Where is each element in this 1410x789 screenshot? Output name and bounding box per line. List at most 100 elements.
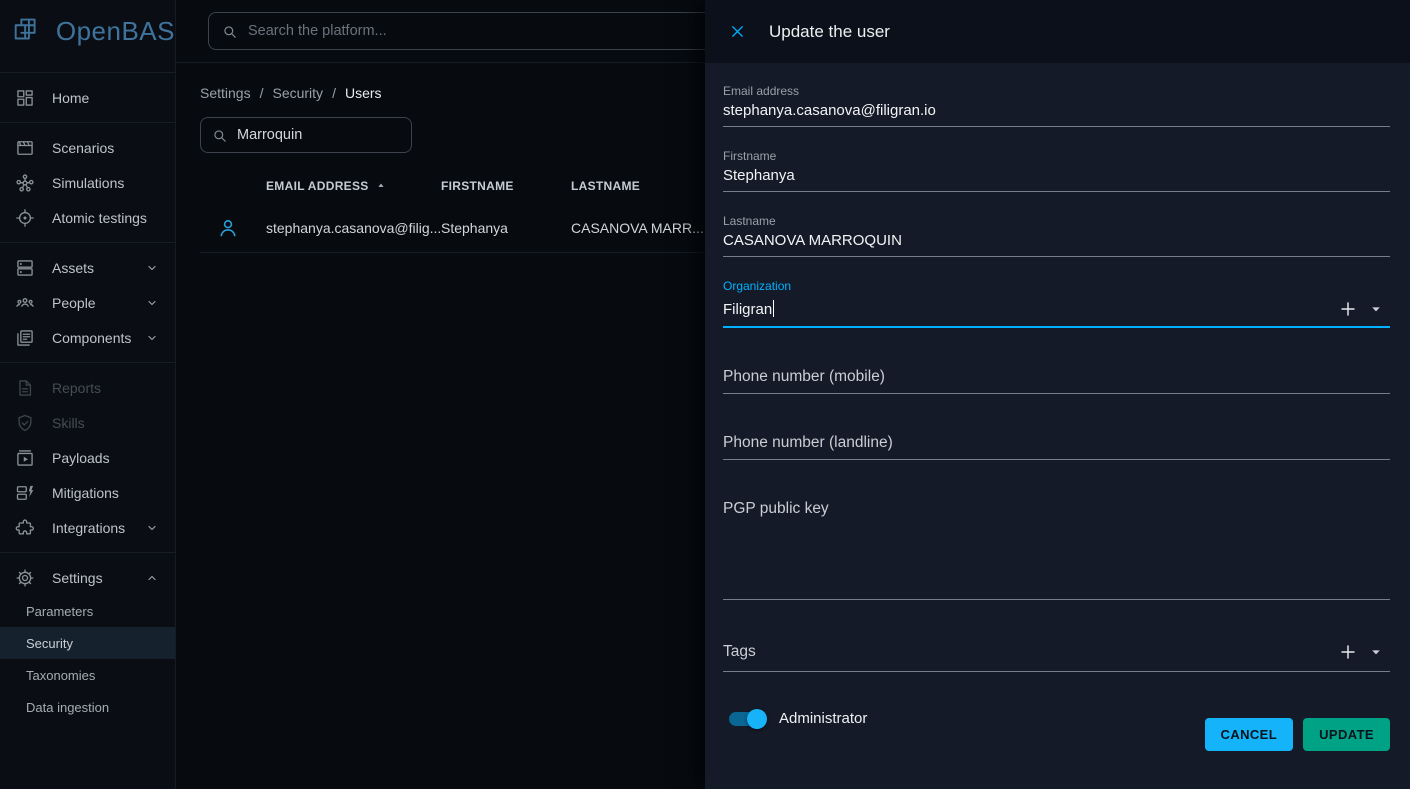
lastname-field-label: Lastname [723, 214, 1390, 228]
library-icon [15, 328, 35, 348]
chevron-up-icon [143, 569, 161, 587]
sidebar-item-parameters[interactable]: Parameters [0, 595, 175, 627]
app-logo[interactable]: OpenBAS [0, 0, 175, 63]
platform-search[interactable] [208, 12, 768, 50]
phone-landline-label: Phone number (landline) [723, 433, 1390, 453]
breadcrumb-separator: / [332, 85, 336, 101]
openbas-app: OpenBAS Home Scenarios Sim [0, 0, 1410, 789]
cell-firstname: Stephanya [441, 220, 571, 236]
sidebar-item-label: Assets [52, 260, 143, 276]
email-field-label: Email address [723, 84, 1390, 98]
administrator-toggle[interactable]: Administrator [723, 702, 867, 727]
sidebar-item-components[interactable]: Components [0, 320, 175, 355]
field-underline [723, 393, 1390, 394]
sidebar-item-label: Settings [52, 570, 143, 586]
sidebar-item-mitigations[interactable]: Mitigations [0, 475, 175, 510]
pgp-public-key-label: PGP public key [723, 499, 1390, 519]
target-icon [15, 208, 35, 228]
breadcrumb-separator: / [260, 85, 264, 101]
openbas-logo-icon [10, 12, 48, 52]
breadcrumb-settings[interactable]: Settings [200, 85, 251, 101]
sidebar-item-skills: Skills [0, 405, 175, 440]
sidebar-item-scenarios[interactable]: Scenarios [0, 130, 175, 165]
sort-asc-icon [374, 179, 388, 193]
text-cursor [773, 300, 774, 317]
phone-landline-field[interactable]: Phone number (landline) [723, 433, 1390, 460]
tags-field[interactable]: Tags [723, 639, 1390, 672]
breadcrumb-users: Users [345, 85, 382, 101]
update-user-drawer: Update the user Email address stephanya.… [705, 0, 1410, 789]
field-underline [723, 256, 1390, 257]
chevron-down-icon [143, 259, 161, 277]
tags-label: Tags [723, 642, 1334, 662]
sidebar-item-assets[interactable]: Assets [0, 250, 175, 285]
column-header-label: EMAIL ADDRESS [266, 179, 369, 193]
sidebar-item-data-ingestion[interactable]: Data ingestion [0, 691, 175, 723]
sidebar-item-label: Components [52, 330, 143, 346]
drawer-title: Update the user [769, 22, 890, 42]
platform-search-input[interactable] [248, 23, 755, 39]
sidebar-item-people[interactable]: People [0, 285, 175, 320]
sidebar-item-label: Integrations [52, 520, 143, 536]
divider [0, 552, 175, 553]
field-underline [723, 599, 1390, 600]
dropdown-caret-icon[interactable] [1362, 638, 1390, 666]
administrator-label: Administrator [779, 710, 867, 727]
add-tag-icon[interactable] [1334, 638, 1362, 666]
chevron-down-icon [143, 329, 161, 347]
email-field[interactable]: Email address stephanya.casanova@filigra… [723, 84, 1390, 127]
hub-icon [15, 173, 35, 193]
field-underline-focused [723, 326, 1390, 328]
lastname-field[interactable]: Lastname CASANOVA MARROQUIN [723, 214, 1390, 257]
email-field-value[interactable]: stephanya.casanova@filigran.io [723, 101, 1390, 120]
drawer-footer: Administrator CANCEL UPDATE [723, 702, 1390, 751]
sidebar-nav: Home Scenarios Simulations Atomic te [0, 63, 175, 723]
column-header-firstname[interactable]: FIRSTNAME [441, 179, 571, 193]
sidebar-item-atomic-testings[interactable]: Atomic testings [0, 200, 175, 235]
update-user-form: Email address stephanya.casanova@filigra… [705, 63, 1410, 751]
toggle-switch-on[interactable] [729, 712, 763, 726]
firstname-field-value[interactable]: Stephanya [723, 166, 1390, 185]
firstname-field-label: Firstname [723, 149, 1390, 163]
close-icon[interactable] [719, 14, 755, 50]
sidebar-item-reports: Reports [0, 370, 175, 405]
sidebar-item-taxonomies[interactable]: Taxonomies [0, 659, 175, 691]
users-search-input[interactable] [237, 127, 401, 143]
dropdown-caret-icon[interactable] [1362, 295, 1390, 323]
shield-check-icon [15, 413, 35, 433]
sidebar-item-integrations[interactable]: Integrations [0, 510, 175, 545]
field-underline [723, 459, 1390, 460]
puzzle-icon [15, 518, 35, 538]
field-underline [723, 191, 1390, 192]
organization-field[interactable]: Organization Filigran [723, 279, 1390, 328]
sidebar-item-security[interactable]: Security [0, 627, 175, 659]
organization-field-value[interactable]: Filigran [723, 300, 1334, 319]
sidebar-item-label: Atomic testings [52, 210, 161, 226]
dashboard-icon [15, 88, 35, 108]
update-button[interactable]: UPDATE [1303, 718, 1390, 751]
divider [0, 72, 175, 73]
sidebar-item-label: Scenarios [52, 140, 161, 156]
phone-mobile-field[interactable]: Phone number (mobile) [723, 367, 1390, 394]
add-organization-icon[interactable] [1334, 295, 1362, 323]
sidebar-item-settings[interactable]: Settings [0, 560, 175, 595]
document-icon [15, 378, 35, 398]
person-icon [216, 216, 240, 240]
sidebar-item-payloads[interactable]: Payloads [0, 440, 175, 475]
column-header-email[interactable]: EMAIL ADDRESS [266, 179, 441, 193]
lastname-field-value[interactable]: CASANOVA MARROQUIN [723, 231, 1390, 250]
groups-icon [15, 293, 35, 313]
sidebar-item-label: Reports [52, 380, 161, 396]
search-icon [221, 23, 238, 40]
sidebar-item-home[interactable]: Home [0, 80, 175, 115]
breadcrumb-security[interactable]: Security [272, 85, 323, 101]
movie-icon [15, 138, 35, 158]
firstname-field[interactable]: Firstname Stephanya [723, 149, 1390, 192]
pgp-public-key-field[interactable]: PGP public key [723, 499, 1390, 600]
sidebar-item-simulations[interactable]: Simulations [0, 165, 175, 200]
divider [0, 122, 175, 123]
sidebar-item-label: Payloads [52, 450, 161, 466]
divider [0, 242, 175, 243]
cancel-button[interactable]: CANCEL [1205, 718, 1294, 751]
users-search[interactable] [200, 117, 412, 153]
